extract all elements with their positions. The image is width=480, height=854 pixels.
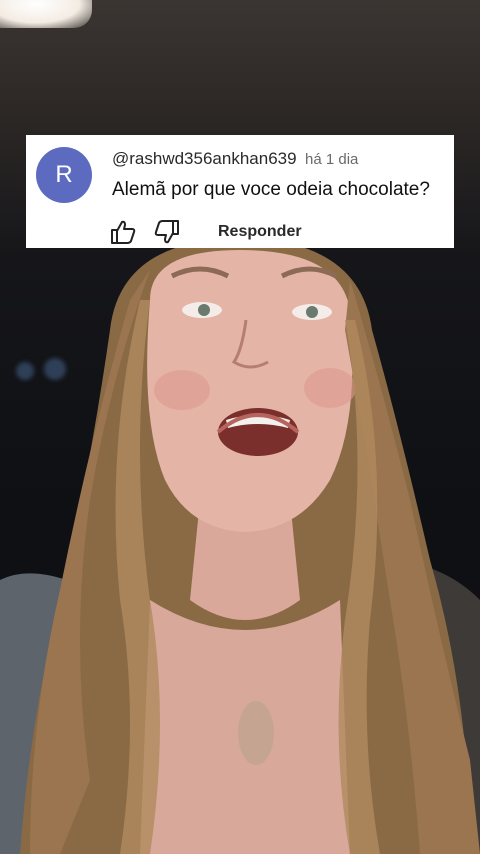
- avatar[interactable]: R: [36, 147, 92, 203]
- reply-button[interactable]: Responder: [218, 223, 302, 241]
- comment-meta: @rashwd356ankhan639 há 1 dia: [112, 149, 358, 169]
- comment-actions: Responder: [108, 219, 302, 245]
- comment-card: R @rashwd356ankhan639 há 1 dia Alemã por…: [26, 135, 454, 248]
- thumbs-down-icon[interactable]: [152, 219, 182, 245]
- comment-author-handle[interactable]: @rashwd356ankhan639: [112, 149, 297, 168]
- thumbs-up-icon[interactable]: [108, 219, 138, 245]
- comment-text: Alemã por que voce odeia chocolate?: [112, 179, 430, 200]
- comment-timestamp: há 1 dia: [305, 151, 359, 168]
- video-frame[interactable]: [0, 0, 480, 854]
- speaking-woman: [0, 238, 480, 854]
